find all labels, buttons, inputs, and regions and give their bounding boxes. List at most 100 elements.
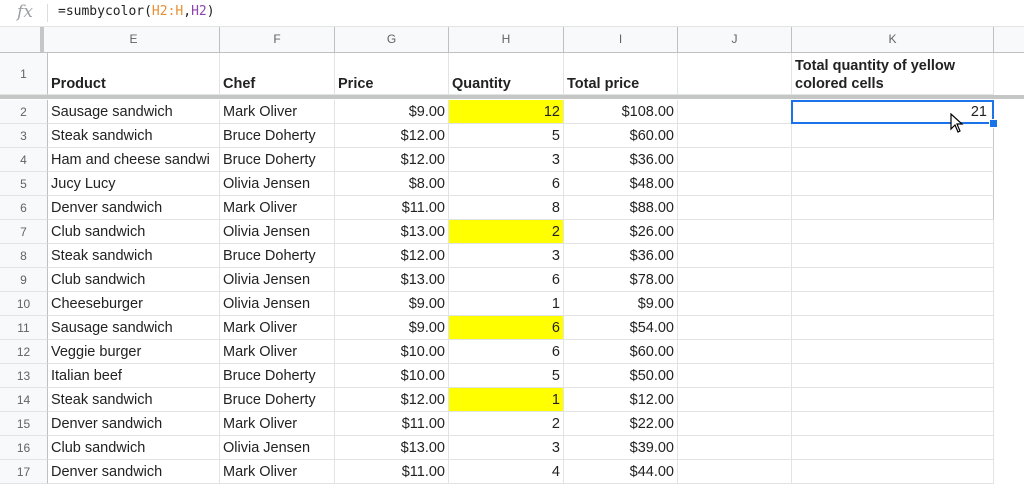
cell-product[interactable]: Cheeseburger bbox=[48, 292, 220, 316]
cell-k[interactable] bbox=[792, 460, 994, 484]
cell-price[interactable]: $12.00 bbox=[335, 148, 449, 172]
cell-chef[interactable]: Mark Oliver bbox=[220, 460, 335, 484]
cell-k[interactable] bbox=[792, 268, 994, 292]
cell-product[interactable]: Club sandwich bbox=[48, 220, 220, 244]
cell-price[interactable]: $8.00 bbox=[335, 172, 449, 196]
cell-price[interactable]: $12.00 bbox=[335, 244, 449, 268]
cell-k[interactable] bbox=[792, 244, 994, 268]
header-total-price[interactable]: Total price bbox=[564, 53, 678, 95]
cell-j[interactable] bbox=[678, 124, 792, 148]
cell-k[interactable] bbox=[792, 316, 994, 340]
cell-j1[interactable] bbox=[678, 53, 792, 95]
fill-handle[interactable] bbox=[989, 119, 998, 128]
cell-quantity[interactable]: 4 bbox=[449, 460, 564, 484]
cell-j[interactable] bbox=[678, 340, 792, 364]
cell-total-price[interactable]: $44.00 bbox=[564, 460, 678, 484]
row-header[interactable]: 6 bbox=[0, 196, 48, 220]
cell-j[interactable] bbox=[678, 388, 792, 412]
cell-j[interactable] bbox=[678, 172, 792, 196]
cell-k[interactable] bbox=[792, 412, 994, 436]
cell-k[interactable] bbox=[792, 436, 994, 460]
cell-total-price[interactable]: $48.00 bbox=[564, 172, 678, 196]
row-header[interactable]: 11 bbox=[0, 316, 48, 340]
header-chef[interactable]: Chef bbox=[220, 53, 335, 95]
cell-product[interactable]: Sausage sandwich bbox=[48, 100, 220, 124]
row-header[interactable]: 5 bbox=[0, 172, 48, 196]
cell-product[interactable]: Club sandwich bbox=[48, 436, 220, 460]
cell-chef[interactable]: Mark Oliver bbox=[220, 340, 335, 364]
cell-product[interactable]: Steak sandwich bbox=[48, 124, 220, 148]
cell-j[interactable] bbox=[678, 196, 792, 220]
cell-price[interactable]: $9.00 bbox=[335, 316, 449, 340]
cell-total-price[interactable]: $54.00 bbox=[564, 316, 678, 340]
header-quantity[interactable]: Quantity bbox=[449, 53, 564, 95]
cell-quantity[interactable]: 3 bbox=[449, 148, 564, 172]
cell-total-price[interactable]: $78.00 bbox=[564, 268, 678, 292]
cell-chef[interactable]: Olivia Jensen bbox=[220, 292, 335, 316]
cell-chef[interactable]: Olivia Jensen bbox=[220, 268, 335, 292]
cell-product[interactable]: Steak sandwich bbox=[48, 244, 220, 268]
column-header-k[interactable]: K bbox=[792, 27, 994, 52]
cell-k[interactable] bbox=[792, 196, 994, 220]
select-all-corner[interactable] bbox=[0, 27, 44, 52]
cell-j[interactable] bbox=[678, 244, 792, 268]
cell-k[interactable] bbox=[792, 388, 994, 412]
cell-product[interactable]: Club sandwich bbox=[48, 268, 220, 292]
row-header[interactable]: 9 bbox=[0, 268, 48, 292]
row-header[interactable]: 16 bbox=[0, 436, 48, 460]
column-header-f[interactable]: F bbox=[220, 27, 335, 52]
row-header[interactable]: 7 bbox=[0, 220, 48, 244]
cell-price[interactable]: $12.00 bbox=[335, 388, 449, 412]
cell-chef[interactable]: Olivia Jensen bbox=[220, 220, 335, 244]
cell-chef[interactable]: Mark Oliver bbox=[220, 412, 335, 436]
cell-product[interactable]: Denver sandwich bbox=[48, 412, 220, 436]
cell-total-price[interactable]: $88.00 bbox=[564, 196, 678, 220]
column-header-g[interactable]: G bbox=[335, 27, 449, 52]
cell-total-price[interactable]: $22.00 bbox=[564, 412, 678, 436]
cell-price[interactable]: $9.00 bbox=[335, 100, 449, 124]
cell-price[interactable]: $11.00 bbox=[335, 460, 449, 484]
cell-total-price[interactable]: $39.00 bbox=[564, 436, 678, 460]
cell-k[interactable] bbox=[792, 364, 994, 388]
row-header[interactable]: 2 bbox=[0, 100, 48, 124]
cell-quantity[interactable]: 5 bbox=[449, 124, 564, 148]
cell-quantity[interactable]: 2 bbox=[449, 412, 564, 436]
row-header[interactable]: 12 bbox=[0, 340, 48, 364]
cell-j[interactable] bbox=[678, 412, 792, 436]
cell-price[interactable]: $11.00 bbox=[335, 412, 449, 436]
cell-total-price[interactable]: $26.00 bbox=[564, 220, 678, 244]
cell-quantity[interactable]: 12 bbox=[449, 100, 564, 124]
cell-j[interactable] bbox=[678, 100, 792, 124]
cell-quantity[interactable]: 6 bbox=[449, 340, 564, 364]
cell-price[interactable]: $10.00 bbox=[335, 340, 449, 364]
cell-price[interactable]: $13.00 bbox=[335, 436, 449, 460]
column-header-e[interactable]: E bbox=[48, 27, 220, 52]
cell-total-price[interactable]: $36.00 bbox=[564, 148, 678, 172]
cell-product[interactable]: Veggie burger bbox=[48, 340, 220, 364]
cell-quantity[interactable]: 5 bbox=[449, 364, 564, 388]
row-header[interactable]: 14 bbox=[0, 388, 48, 412]
header-product[interactable]: Product bbox=[48, 53, 220, 95]
cell-product[interactable]: Italian beef bbox=[48, 364, 220, 388]
cell-quantity[interactable]: 8 bbox=[449, 196, 564, 220]
cell-quantity[interactable]: 3 bbox=[449, 436, 564, 460]
cell-price[interactable]: $13.00 bbox=[335, 268, 449, 292]
cell-quantity[interactable]: 1 bbox=[449, 388, 564, 412]
cell-total-price[interactable]: $60.00 bbox=[564, 340, 678, 364]
cell-quantity[interactable]: 2 bbox=[449, 220, 564, 244]
cell-price[interactable]: $12.00 bbox=[335, 124, 449, 148]
cell-j[interactable] bbox=[678, 268, 792, 292]
cell-quantity[interactable]: 3 bbox=[449, 244, 564, 268]
formula-input[interactable]: =sumbycolor(H2:H,H2) bbox=[58, 4, 215, 19]
row-header[interactable]: 4 bbox=[0, 148, 48, 172]
cell-k[interactable] bbox=[792, 292, 994, 316]
cell-chef[interactable]: Mark Oliver bbox=[220, 316, 335, 340]
cell-j[interactable] bbox=[678, 436, 792, 460]
cell-k[interactable] bbox=[792, 148, 994, 172]
cell-product[interactable]: Denver sandwich bbox=[48, 196, 220, 220]
cell-chef[interactable]: Olivia Jensen bbox=[220, 172, 335, 196]
cell-quantity[interactable]: 6 bbox=[449, 316, 564, 340]
cell-chef[interactable]: Olivia Jensen bbox=[220, 436, 335, 460]
cell-chef[interactable]: Bruce Doherty bbox=[220, 244, 335, 268]
header-price[interactable]: Price bbox=[335, 53, 449, 95]
